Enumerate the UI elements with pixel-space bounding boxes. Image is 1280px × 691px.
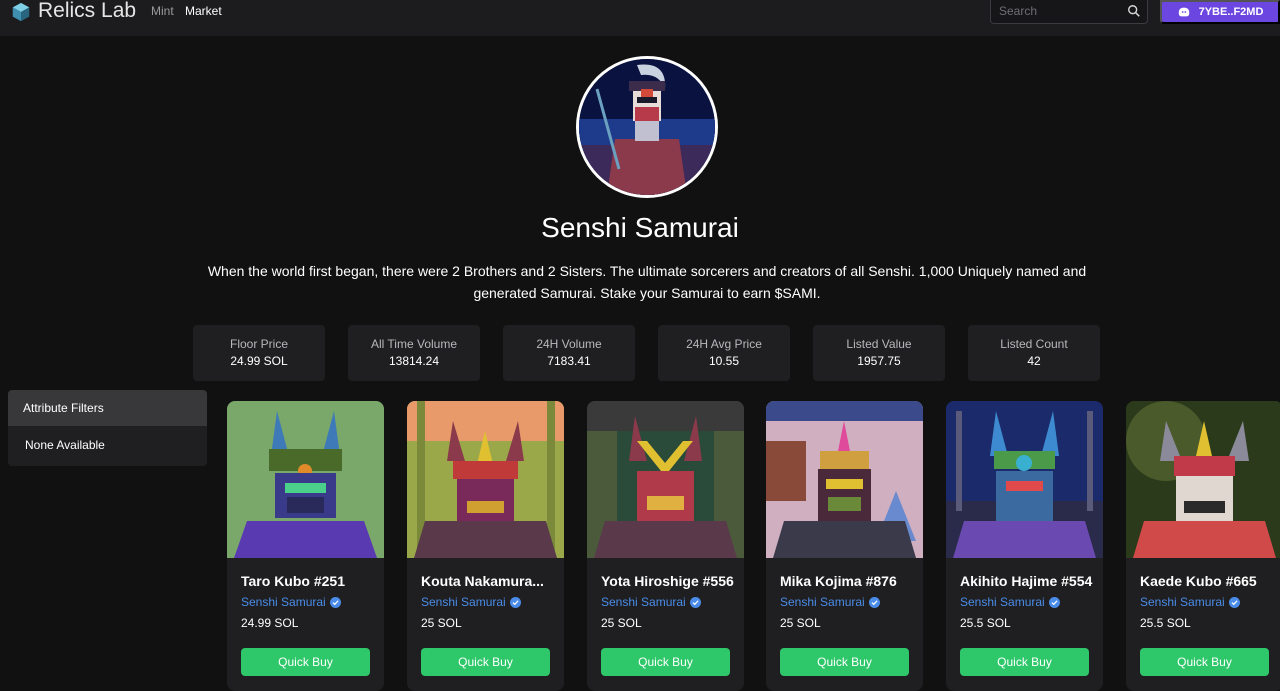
nft-price: 25 SOL [780,616,821,630]
verified-badge-icon [509,596,521,608]
stat-all-time-volume: All Time Volume 13814.24 [348,325,480,381]
nft-card[interactable]: Yota Hiroshige #556 Senshi Samurai 25 SO… [587,401,744,691]
stat-value: 24.99 SOL [230,354,288,368]
nft-artwork[interactable] [946,401,1103,558]
stat-listed-count: Listed Count 42 [968,325,1100,381]
nft-price: 25 SOL [601,616,642,630]
nft-card[interactable]: Kouta Nakamura... Senshi Samurai 25 SOL … [407,401,564,691]
verified-badge-icon [1228,596,1240,608]
quick-buy-button[interactable]: Quick Buy [421,648,550,676]
search-input[interactable] [999,2,1124,20]
nft-artwork[interactable] [587,401,744,558]
collection-avatar [576,56,718,198]
nft-price: 24.99 SOL [241,616,299,630]
phantom-wallet-icon [1178,7,1189,17]
verified-badge-icon [868,596,880,608]
stat-floor-price: Floor Price 24.99 SOL [193,325,325,381]
cube-logo-icon[interactable] [10,0,32,24]
nft-artwork[interactable] [227,401,384,558]
attribute-filters-panel: Attribute Filters None Available [8,390,207,466]
collection-name: Senshi Samurai [601,595,686,609]
nft-name: Yota Hiroshige #556 [601,573,734,589]
quick-buy-button[interactable]: Quick Buy [601,648,730,676]
attribute-filters-header[interactable]: Attribute Filters [8,390,207,426]
collection-link[interactable]: Senshi Samurai [1140,595,1240,609]
stat-value: 7183.41 [547,354,591,368]
stat-label: All Time Volume [370,337,458,351]
nft-price: 25 SOL [421,616,462,630]
stat-label: Floor Price [229,337,288,351]
collection-link[interactable]: Senshi Samurai [601,595,701,609]
top-navigation-bar: Relics Lab Mint Market 7YBE..F2MD [0,0,1280,36]
quick-buy-button[interactable]: Quick Buy [960,648,1089,676]
stat-label: 24H Volume [536,337,602,351]
nft-artwork[interactable] [1126,401,1280,558]
collection-link[interactable]: Senshi Samurai [421,595,521,609]
collection-name: Senshi Samurai [1140,595,1225,609]
quick-buy-button[interactable]: Quick Buy [1140,648,1269,676]
nav-link-mint[interactable]: Mint [151,4,174,18]
nft-card[interactable]: Akihito Hajime #554 Senshi Samurai 25.5 … [946,401,1103,691]
stat-label: 24H Avg Price [686,337,762,351]
stat-value: 13814.24 [388,354,440,368]
verified-badge-icon [1048,596,1060,608]
wallet-button[interactable]: 7YBE..F2MD [1160,0,1280,24]
collection-name: Senshi Samurai [241,595,326,609]
stat-24h-volume: 24H Volume 7183.41 [503,325,635,381]
collection-title: Senshi Samurai [541,212,739,243]
quick-buy-button[interactable]: Quick Buy [241,648,370,676]
stat-listed-value: Listed Value 1957.75 [813,325,945,381]
attribute-filters-empty: None Available [25,438,105,452]
collection-description: When the world first began, there were 2… [207,263,1087,301]
stat-value: 42 [1027,354,1041,368]
verified-badge-icon [329,596,341,608]
stat-value: 1957.75 [857,354,901,368]
quick-buy-button[interactable]: Quick Buy [780,648,909,676]
wallet-address: 7YBE..F2MD [1198,6,1264,18]
nft-card[interactable]: Kaede Kubo #665 Senshi Samurai 25.5 SOL … [1126,401,1280,691]
nft-name: Mika Kojima #876 [780,573,897,589]
nav-link-market[interactable]: Market [185,4,222,18]
nft-name: Kaede Kubo #665 [1140,573,1257,589]
nft-artwork[interactable] [407,401,564,558]
nft-price: 25.5 SOL [960,616,1011,630]
search-icon[interactable] [1127,4,1141,18]
nft-name: Akihito Hajime #554 [960,573,1093,589]
verified-badge-icon [689,596,701,608]
nft-card[interactable]: Mika Kojima #876 Senshi Samurai 25 SOL Q… [766,401,923,691]
nft-name: Kouta Nakamura... [421,573,544,589]
collection-name: Senshi Samurai [960,595,1045,609]
brand-name[interactable]: Relics Lab [38,0,136,23]
search-box [990,0,1148,24]
stat-label: Listed Value [846,337,912,351]
collection-link[interactable]: Senshi Samurai [780,595,880,609]
collection-link[interactable]: Senshi Samurai [241,595,341,609]
stat-value: 10.55 [708,354,740,368]
collection-name: Senshi Samurai [421,595,506,609]
nft-price: 25.5 SOL [1140,616,1191,630]
collection-name: Senshi Samurai [780,595,865,609]
nft-name: Taro Kubo #251 [241,573,345,589]
nft-card[interactable]: Taro Kubo #251 Senshi Samurai 24.99 SOL … [227,401,384,691]
stat-label: Listed Count [1000,337,1068,351]
nft-artwork[interactable] [766,401,923,558]
collection-link[interactable]: Senshi Samurai [960,595,1060,609]
stat-24h-avg-price: 24H Avg Price 10.55 [658,325,790,381]
